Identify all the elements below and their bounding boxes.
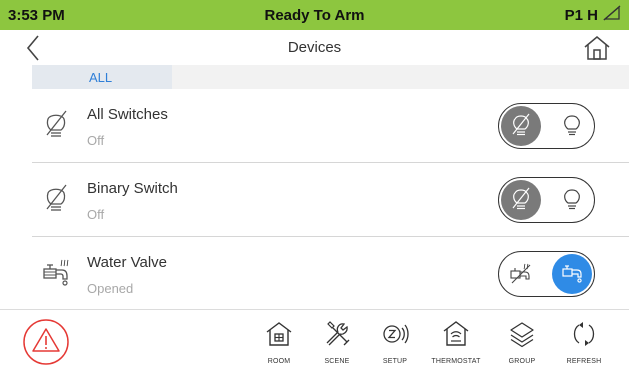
water-valve-closed-icon[interactable] [501,254,541,294]
scene-tools-icon [326,321,350,346]
scene-label: SCENE [324,358,350,365]
lightbulb-on-icon[interactable] [552,106,592,146]
valve-toggle[interactable] [498,251,595,297]
switch-toggle[interactable] [498,177,595,223]
alarm-warning-icon [23,319,69,365]
thermostat-button[interactable]: THERMOSTAT [425,310,487,373]
room-label: ROOM [267,358,291,365]
refresh-button[interactable]: REFRESH [553,310,615,373]
status-right: P1 H [501,5,621,25]
lightbulb-on-icon[interactable] [552,180,592,220]
no-signal-icon [603,5,621,25]
partition-label: P1 H [564,6,598,24]
scene-button[interactable]: SCENE [306,310,368,373]
lightbulb-off-icon[interactable] [501,106,541,146]
water-valve-icon [42,257,70,291]
switch-toggle[interactable] [498,103,595,149]
refresh-label: REFRESH [566,358,602,365]
arm-status: Ready To Arm [264,6,365,24]
thermostat-label: THERMOSTAT [431,358,481,365]
setup-label: SETUP [382,358,408,365]
zwave-setup-icon [383,324,409,344]
group-button[interactable]: GROUP [491,310,553,373]
status-bar: 3:53 PM Ready To Arm P1 H [0,0,629,30]
bottom-toolbar: ROOM SCENE SETUP THERMOSTAT GROUP REFRES… [0,309,629,373]
room-tabs: ALL [32,65,629,89]
device-name: Binary Switch [87,180,178,197]
tab-all[interactable]: ALL [32,65,172,89]
setup-button[interactable]: SETUP [364,310,426,373]
device-row-water-valve: Water Valve Opened [32,237,613,310]
room-icon [266,322,292,346]
group-label: GROUP [508,358,536,365]
water-valve-open-icon[interactable] [552,254,592,294]
device-name: All Switches [87,106,168,123]
back-chevron-icon [26,35,39,61]
device-state: Off [87,207,105,222]
page-title: Devices [287,39,342,56]
device-state: Opened [87,281,134,296]
nav-bar: Devices [0,30,629,65]
lightbulb-off-icon [42,109,70,143]
alarm-button[interactable] [22,318,70,366]
home-button[interactable] [583,34,611,62]
room-button[interactable]: ROOM [248,310,310,373]
device-row-binary-switch: Binary Switch Off [32,163,613,236]
lightbulb-off-icon [42,183,70,217]
device-row-all-switches: All Switches Off [32,89,613,162]
back-button[interactable] [22,34,48,62]
status-time: 3:53 PM [8,6,65,24]
group-layers-icon [510,322,534,348]
refresh-icon [573,322,595,346]
device-state: Off [87,133,105,148]
device-name: Water Valve [87,254,168,271]
home-icon [584,36,610,60]
lightbulb-off-icon[interactable] [501,180,541,220]
thermostat-icon [443,321,469,346]
